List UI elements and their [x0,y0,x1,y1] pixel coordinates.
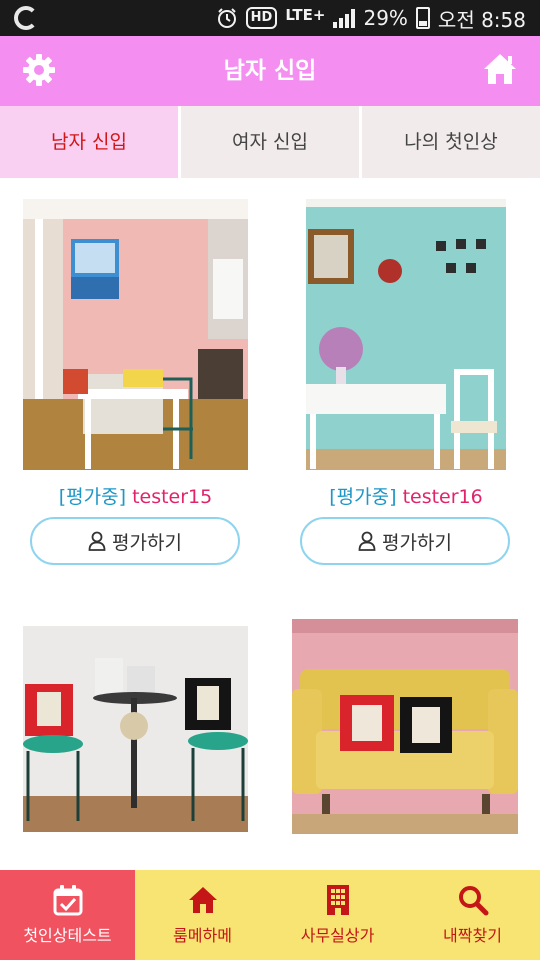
bottom-navigation: 첫인상테스트 룸메하메 사무실상가 내짝찾기 [0,870,540,960]
nav-find-match[interactable]: 내짝찾기 [405,870,540,960]
building-icon [326,885,349,915]
nav-label: 사무실상가 [300,926,375,945]
battery-icon [415,7,430,29]
username: tester15 [132,486,213,508]
status-indicators: HD LTE+ 29% 오전 8:58 [216,4,526,32]
alarm-icon [216,7,238,29]
network-type: LTE+ [285,6,326,24]
rate-button[interactable]: 평가하기 [300,517,510,565]
username: tester16 [402,486,483,508]
tab-male-new[interactable]: 남자 신입 [0,106,178,178]
nav-label: 룸메하메 [173,926,232,945]
nav-roommate[interactable]: 룸메하메 [135,870,270,960]
nav-impression-test[interactable]: 첫인상테스트 [0,870,135,960]
rate-button-label: 평가하기 [112,531,182,554]
home-icon [188,887,217,913]
page-title: 남자 신입 [223,58,317,84]
status-bar: HD LTE+ 29% 오전 8:58 [0,0,540,36]
clock: 오전 8:58 [437,7,526,32]
rate-button-label: 평가하기 [382,531,452,554]
card-caption: [평가중] tester16 [306,482,506,509]
tab-my-impression[interactable]: 나의 첫인상 [362,106,540,178]
gear-icon[interactable] [22,53,56,87]
search-icon [458,886,488,916]
hd-voice-badge: HD [245,7,278,29]
profile-photo[interactable] [306,199,506,470]
category-tabs: 남자 신입 여자 신입 나의 첫인상 [0,106,540,178]
battery-percent: 29% [363,6,408,30]
tab-female-new[interactable]: 여자 신입 [181,106,359,178]
user-icon [88,531,106,551]
profile-photo[interactable] [23,199,248,470]
carrier-logo-icon [14,6,38,30]
app-header: 남자 신입 [0,36,540,106]
card-caption: [평가중] tester15 [23,482,248,509]
home-icon[interactable] [482,52,518,86]
calendar-check-icon [53,885,82,916]
user-icon [358,531,376,551]
rate-button[interactable]: 평가하기 [30,517,240,565]
evaluation-status: [평가중] [58,486,127,508]
profile-photo[interactable] [292,619,518,834]
nav-office[interactable]: 사무실상가 [270,870,405,960]
nav-label: 첫인상테스트 [23,926,112,945]
evaluation-status: [평가중] [329,486,397,508]
nav-label: 내짝찾기 [443,926,502,945]
signal-icon [333,8,356,28]
profile-photo[interactable] [23,626,248,832]
